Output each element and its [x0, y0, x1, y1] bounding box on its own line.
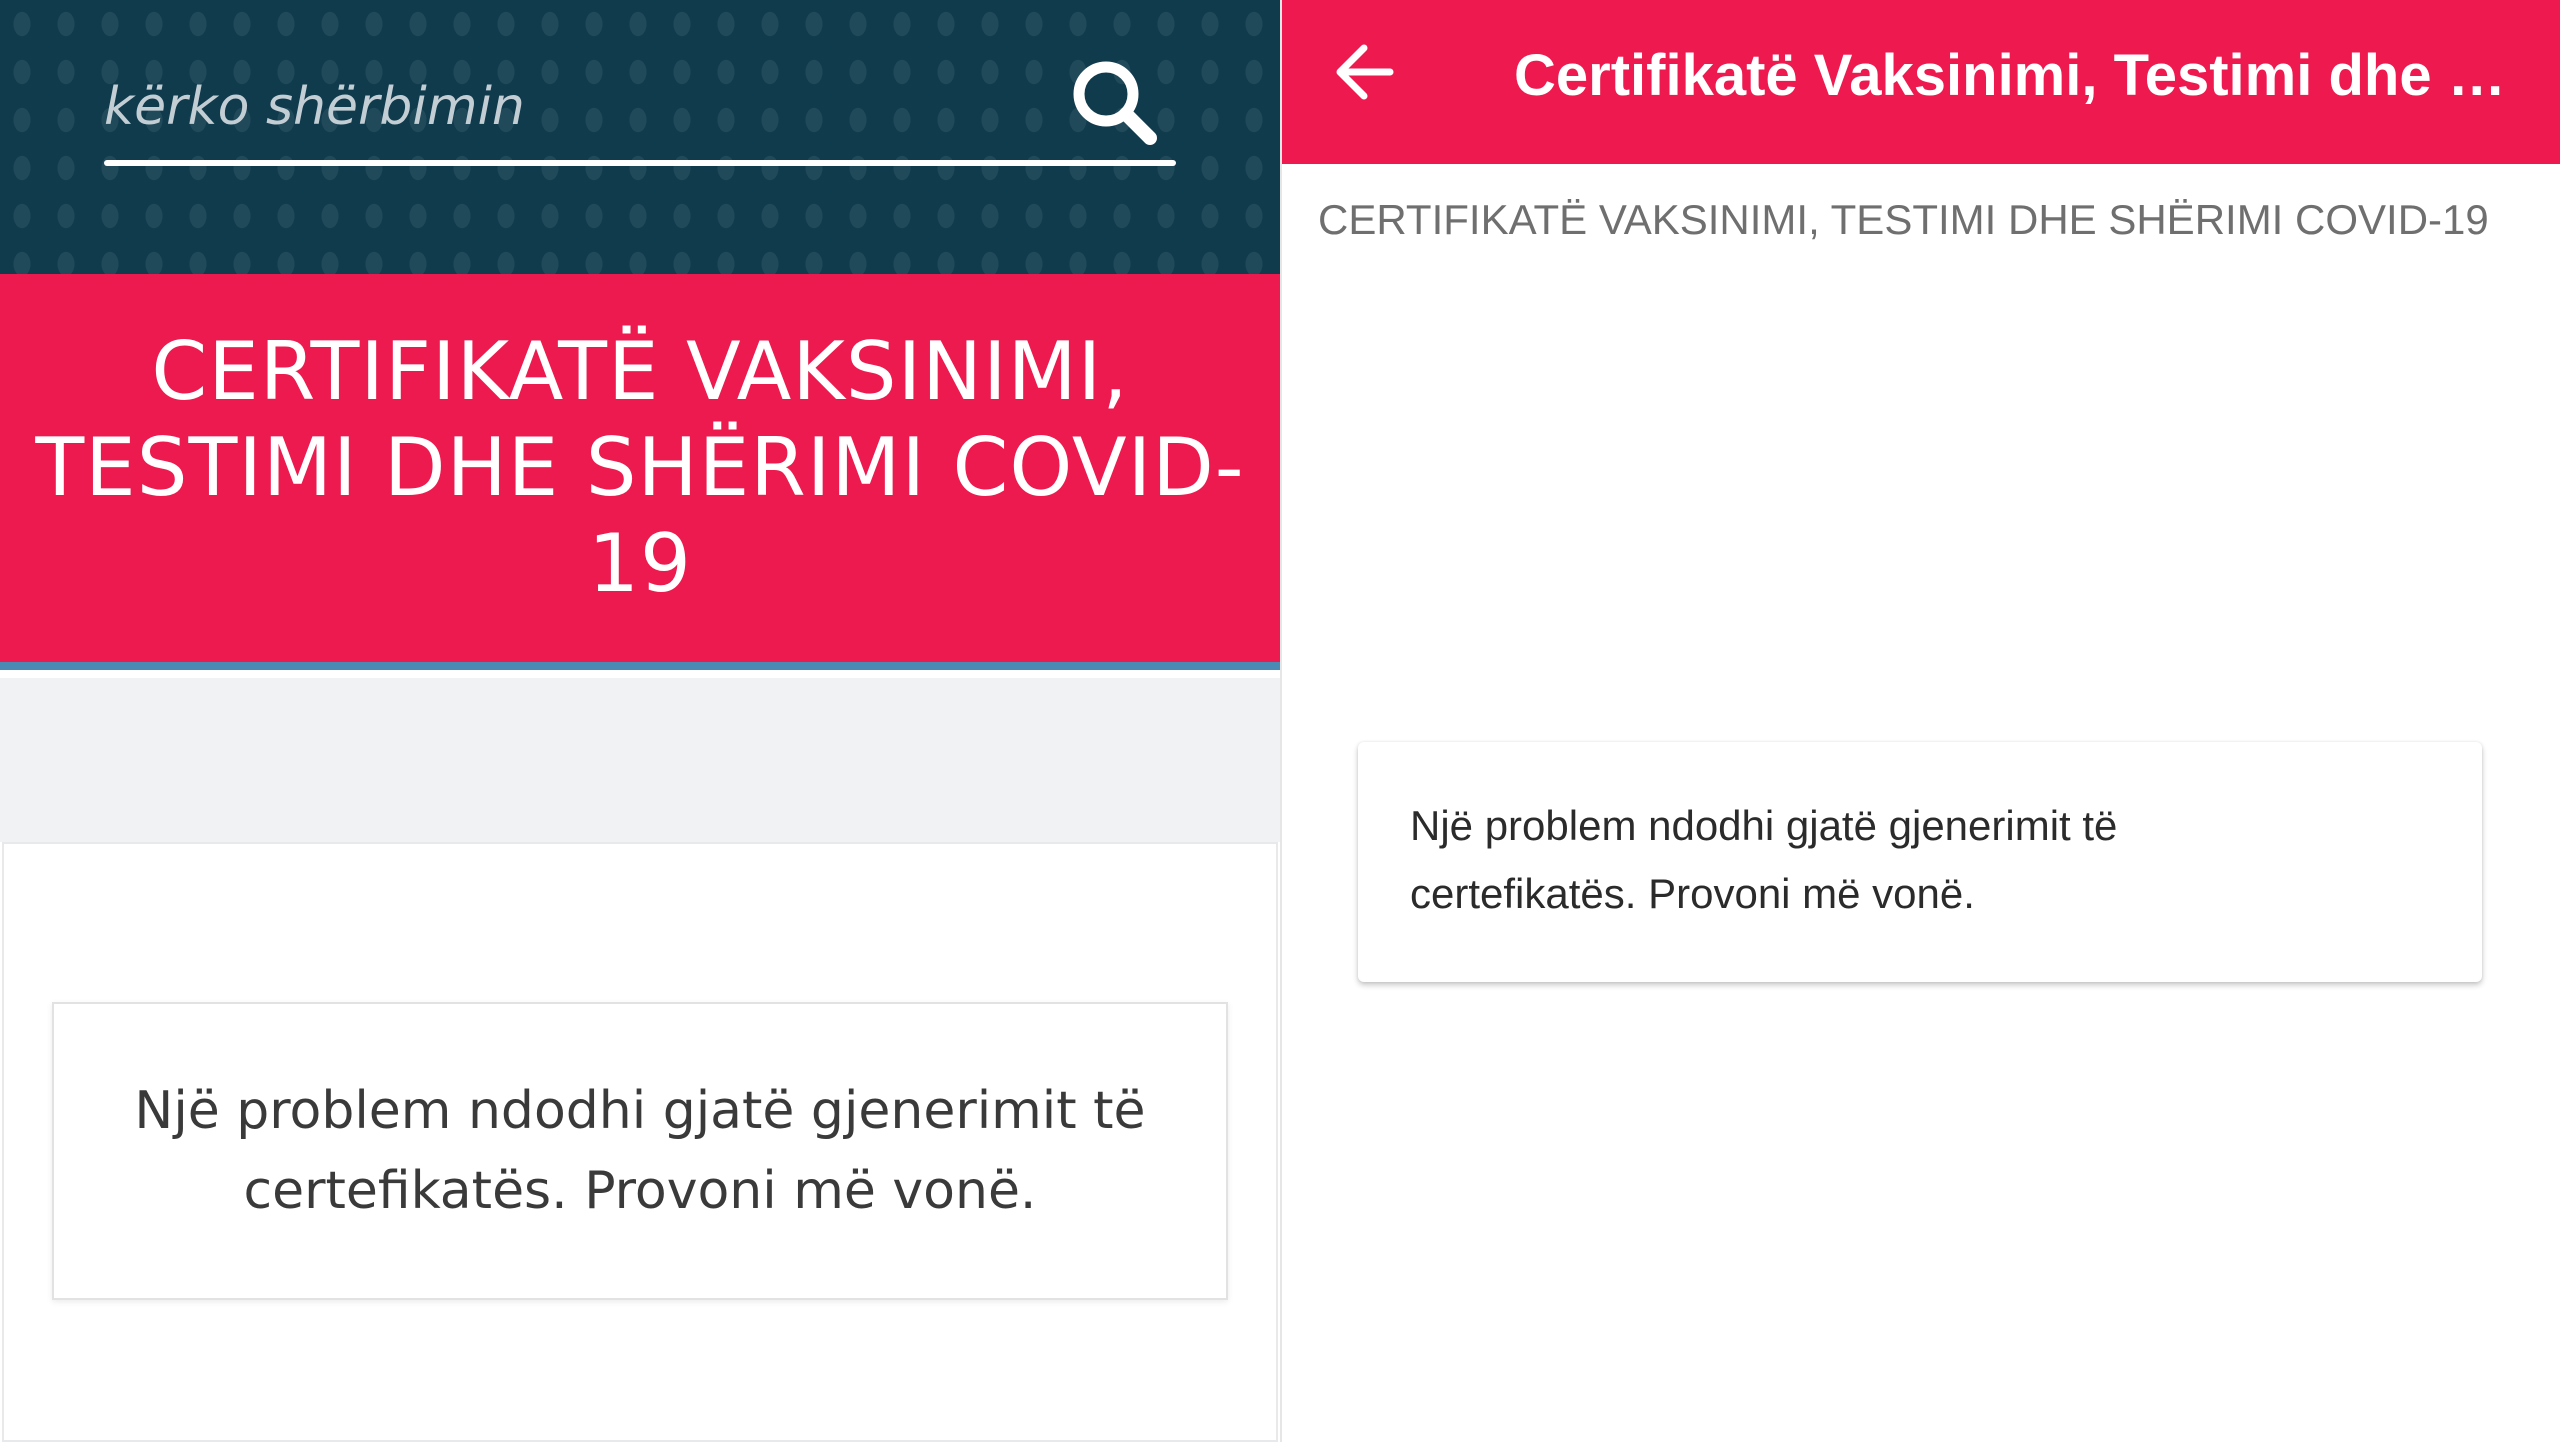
app-bar-title: Certifikatë Vaksinimi, Testimi dhe Shëri…: [1514, 43, 2534, 108]
app-bar: Certifikatë Vaksinimi, Testimi dhe Shëri…: [1282, 0, 2560, 164]
error-message-card: Një problem ndodhi gjatë gjenerimit të c…: [52, 1002, 1228, 1300]
back-arrow-icon[interactable]: [1326, 34, 1414, 122]
site-header: [0, 0, 1280, 274]
page-subtitle: CERTIFIKATË VAKSINIMI, TESTIMI DHE SHËRI…: [1318, 196, 2489, 243]
screenshot-composite: CERTIFIKATË VAKSINIMI, TESTIMI DHE SHËRI…: [0, 0, 2560, 1442]
search-icon[interactable]: [1064, 52, 1164, 152]
app-screen-panel: Certifikatë Vaksinimi, Testimi dhe Shëri…: [1282, 0, 2560, 1442]
service-search-input[interactable]: [104, 62, 1004, 152]
service-title-banner: CERTIFIKATË VAKSINIMI, TESTIMI DHE SHËRI…: [0, 274, 1280, 670]
content-spacer: [0, 678, 1280, 842]
search-underline: [104, 160, 1176, 166]
error-message: Një problem ndodhi gjatë gjenerimit të c…: [1410, 802, 2118, 917]
service-title: CERTIFIKATË VAKSINIMI, TESTIMI DHE SHËRI…: [35, 325, 1245, 610]
web-page-panel: CERTIFIKATË VAKSINIMI, TESTIMI DHE SHËRI…: [0, 0, 1280, 1442]
error-message: Një problem ndodhi gjatë gjenerimit të c…: [134, 1081, 1146, 1221]
error-message-card: Një problem ndodhi gjatë gjenerimit të c…: [1358, 742, 2482, 982]
